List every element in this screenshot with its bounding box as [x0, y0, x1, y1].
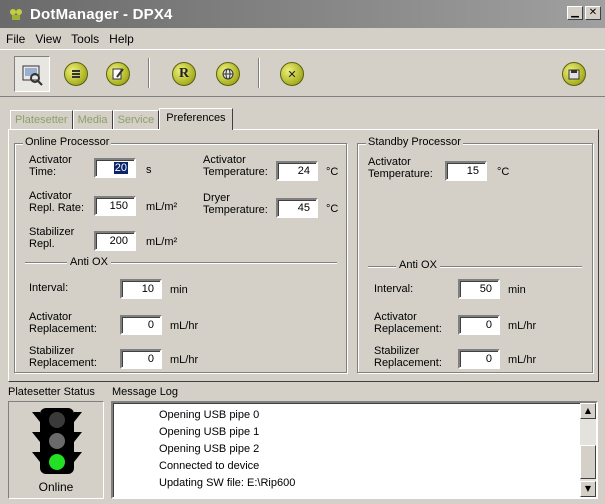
- unit-label: °C: [326, 166, 339, 178]
- unit-label: mL/m²: [146, 201, 178, 213]
- unit-label: °C: [497, 166, 510, 178]
- tab-strip: Platesetter Media Service Preferences: [10, 108, 233, 130]
- online-processor-group: Online Processor Activator Time: 20 s Act…: [14, 136, 347, 373]
- save-button[interactable]: [556, 56, 592, 92]
- group-title: Standby Processor: [366, 136, 463, 148]
- activator-repl-rate-label: Activator Repl. Rate:: [29, 190, 85, 214]
- standby-processor-group: Standby Processor Activator Temperature: …: [357, 136, 593, 373]
- tab-platesetter[interactable]: Platesetter: [10, 110, 73, 130]
- cancel-icon: ✕: [280, 62, 304, 86]
- minimize-button[interactable]: ▁: [567, 6, 583, 20]
- scroll-down-button[interactable]: ▼: [580, 481, 596, 497]
- globe-button[interactable]: [210, 56, 246, 92]
- standby-activator-replacement-input[interactable]: 0: [458, 315, 500, 335]
- stabilizer-replacement-label: Stabilizer Replacement:: [29, 345, 97, 369]
- tab-preferences[interactable]: Preferences: [159, 108, 233, 130]
- red-light: [49, 412, 65, 428]
- traffic-light-icon: [32, 408, 82, 474]
- app-icon: [10, 9, 22, 20]
- platesetter-status-panel: Online: [8, 401, 104, 499]
- group-title: Online Processor: [23, 136, 112, 148]
- unit-label: min: [170, 284, 188, 296]
- cancel-button[interactable]: ✕: [274, 56, 310, 92]
- app-window: DotManager - DPX4 ▁ ✕ File View Tools He…: [0, 0, 605, 504]
- unit-label: s: [146, 164, 152, 176]
- standby-activator-temperature-input[interactable]: 15: [445, 161, 487, 181]
- toolbar: R ✕: [0, 49, 605, 97]
- r-button[interactable]: R: [166, 56, 202, 92]
- tab-media[interactable]: Media: [72, 110, 113, 130]
- activator-replacement-input[interactable]: 0: [120, 315, 162, 335]
- toolbar-separator: [258, 58, 260, 88]
- close-button[interactable]: ✕: [585, 6, 601, 20]
- title-bar[interactable]: DotManager - DPX4 ▁ ✕: [0, 0, 605, 28]
- log-line: Updating SW file: E:\Rip600: [159, 477, 296, 489]
- list-icon: [64, 62, 88, 86]
- unit-label: mL/hr: [170, 320, 199, 332]
- status-text: Online: [38, 480, 74, 494]
- standby-interval-label: Interval:: [374, 283, 414, 295]
- window-title: DotManager - DPX4: [30, 5, 173, 23]
- menu-tools[interactable]: Tools: [71, 30, 99, 48]
- platesetter-status-label: Platesetter Status: [8, 386, 95, 398]
- activator-temperature-input[interactable]: 24: [276, 161, 318, 181]
- menu-view[interactable]: View: [35, 30, 61, 48]
- standby-activator-replacement-label: Activator Replacement:: [374, 311, 442, 335]
- standby-interval-input[interactable]: 50: [458, 279, 500, 299]
- log-scrollbar[interactable]: ▲ ▼: [580, 403, 596, 497]
- stabilizer-replacement-input[interactable]: 0: [120, 349, 162, 369]
- dryer-temperature-input[interactable]: 45: [276, 198, 318, 218]
- message-log-label: Message Log: [112, 386, 179, 398]
- preview-button[interactable]: [14, 56, 50, 92]
- edit-icon: [106, 62, 130, 86]
- menu-bar: File View Tools Help: [0, 30, 605, 48]
- unit-label: min: [508, 284, 526, 296]
- toolbar-separator: [148, 58, 150, 88]
- r-icon: R: [172, 62, 196, 86]
- preview-icon: [22, 65, 43, 86]
- list-button[interactable]: [58, 56, 94, 92]
- interval-input[interactable]: 10: [120, 279, 162, 299]
- activator-repl-rate-input[interactable]: 150: [94, 196, 136, 216]
- unit-label: mL/m²: [146, 236, 178, 248]
- unit-label: mL/hr: [170, 354, 199, 366]
- standby-activator-temperature-label: Activator Temperature:: [368, 156, 433, 180]
- activator-replacement-label: Activator Replacement:: [29, 311, 97, 335]
- activator-temperature-label: Activator Temperature:: [203, 154, 268, 178]
- unit-label: mL/hr: [508, 354, 537, 366]
- log-line: Opening USB pipe 2: [159, 443, 260, 455]
- green-light: [49, 454, 65, 470]
- scroll-up-button[interactable]: ▲: [580, 403, 596, 419]
- anti-ox-title: Anti OX: [396, 259, 440, 271]
- stabilizer-repl-input[interactable]: 200: [94, 231, 136, 251]
- log-line: Opening USB pipe 1: [159, 426, 260, 438]
- stabilizer-repl-label: Stabilizer Repl.: [29, 226, 75, 250]
- interval-label: Interval:: [29, 282, 69, 294]
- tab-service[interactable]: Service: [112, 110, 160, 130]
- save-icon: [562, 62, 586, 86]
- activator-time-label: Activator Time:: [29, 154, 72, 178]
- activator-time-input[interactable]: 20: [94, 158, 136, 178]
- log-line: Connected to device: [159, 460, 260, 472]
- edit-button[interactable]: [100, 56, 136, 92]
- menu-help[interactable]: Help: [109, 30, 134, 48]
- unit-label: °C: [326, 203, 339, 215]
- globe-icon: [216, 62, 240, 86]
- menu-file[interactable]: File: [6, 30, 25, 48]
- message-log[interactable]: Opening USB pipe 0 Opening USB pipe 1 Op…: [111, 401, 598, 499]
- yellow-light: [49, 433, 65, 449]
- log-line: Opening USB pipe 0: [159, 409, 260, 421]
- unit-label: mL/hr: [508, 320, 537, 332]
- standby-stabilizer-replacement-label: Stabilizer Replacement:: [374, 345, 442, 369]
- scroll-thumb[interactable]: [580, 445, 596, 479]
- anti-ox-title: Anti OX: [67, 256, 111, 268]
- dryer-temperature-label: Dryer Temperature:: [203, 192, 268, 216]
- standby-stabilizer-replacement-input[interactable]: 0: [458, 349, 500, 369]
